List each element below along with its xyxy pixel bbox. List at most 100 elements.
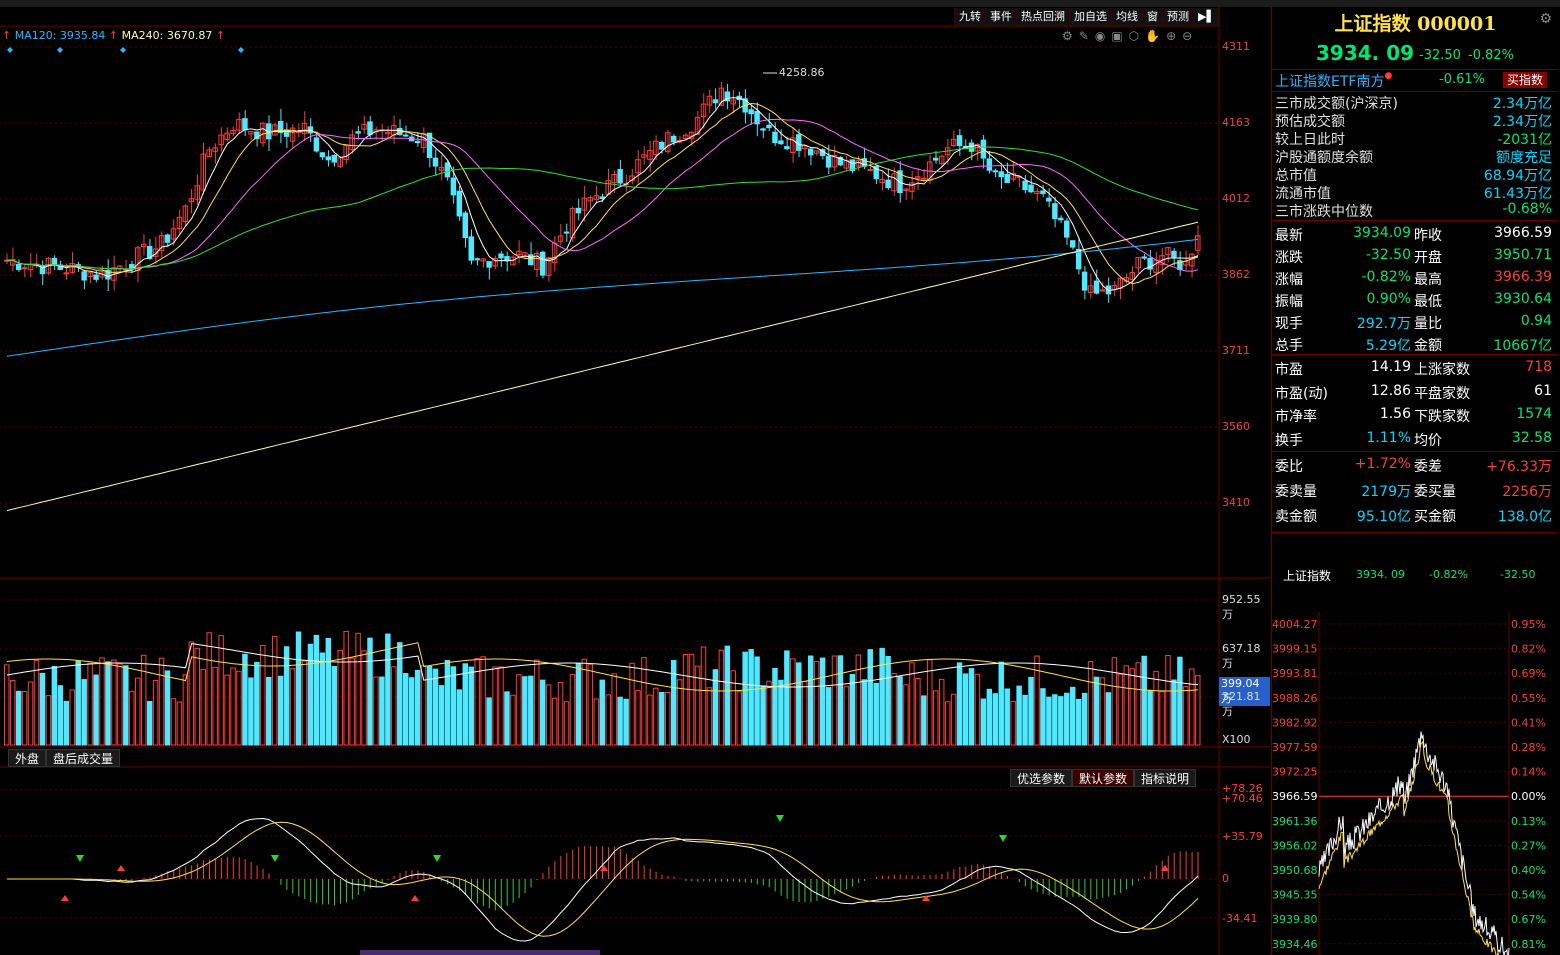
candle-body bbox=[1081, 271, 1088, 291]
volume-bar bbox=[1159, 691, 1165, 746]
volume-bar bbox=[355, 632, 361, 746]
volume-bar bbox=[855, 654, 862, 746]
volume-bar bbox=[998, 661, 1004, 746]
etf-link[interactable]: 上证指数ETF南方● bbox=[1275, 71, 1392, 91]
intraday-pct-label: 0.41% bbox=[1511, 716, 1546, 729]
etf-name[interactable]: 上证指数ETF南方 bbox=[1275, 74, 1384, 90]
market-row: 流通市值 61.43万亿 bbox=[1271, 183, 1558, 202]
volume-bar bbox=[361, 650, 367, 746]
volume-bar bbox=[1165, 654, 1171, 746]
volume-bar bbox=[539, 679, 546, 746]
main-chart-area[interactable]: 九转 事件 热点回溯 加自选 均线 窗 预测 ▶▌ ⚙ ✎ ◉ ▣ ⬡ ✋ ⊕ … bbox=[0, 7, 1270, 955]
intraday-price-label: 3977.59 bbox=[1272, 741, 1318, 754]
volume-bar bbox=[760, 685, 766, 746]
candle-body bbox=[1046, 197, 1052, 202]
quote-value: 14.19 bbox=[1370, 359, 1411, 375]
volume-bar bbox=[206, 632, 212, 746]
settings-icon[interactable]: ⚙ bbox=[1539, 11, 1552, 27]
candle-body bbox=[599, 196, 605, 199]
volume-bar bbox=[1081, 692, 1088, 746]
quote-key: 平盘家数 bbox=[1414, 385, 1470, 402]
intraday-chart[interactable]: 4004.27 0.95% 3999.15 0.82% 3993.81 0.69% 3988… bbox=[1271, 612, 1560, 955]
ma240-line bbox=[6, 221, 1199, 512]
volume-bar bbox=[1075, 698, 1082, 746]
quote-key: 委卖量 bbox=[1275, 484, 1317, 500]
event-marker-icon bbox=[120, 47, 126, 53]
volume-bar bbox=[986, 688, 993, 746]
volume-bar bbox=[135, 677, 141, 746]
price-axis-label: 4012 bbox=[1222, 192, 1250, 205]
quote-key: 金额 bbox=[1414, 338, 1442, 354]
candle-body bbox=[462, 212, 469, 239]
volume-bar bbox=[1087, 661, 1094, 746]
intraday-price-line bbox=[1318, 731, 1510, 955]
volume-bar bbox=[391, 666, 397, 746]
volume-bar bbox=[980, 698, 987, 746]
volume-bar bbox=[301, 660, 308, 746]
stat-key: 预估成交额 bbox=[1275, 114, 1345, 130]
volume-bar bbox=[700, 646, 707, 746]
indicator-help-button[interactable]: 指标说明 bbox=[1134, 769, 1197, 787]
volume-bar bbox=[51, 666, 58, 746]
default-params-button[interactable]: 默认参数 bbox=[1072, 769, 1135, 787]
volume-bar bbox=[1177, 656, 1183, 746]
tab-after-hours-volume[interactable]: 盘后成交量 bbox=[46, 749, 121, 767]
intraday-price-label: 3972.25 bbox=[1272, 766, 1318, 779]
volume-bar bbox=[766, 680, 772, 746]
volume-bar bbox=[843, 685, 850, 746]
sell-signal-icon bbox=[76, 855, 84, 862]
candle-body bbox=[933, 157, 939, 161]
intraday-pct-label: 0.54% bbox=[1511, 889, 1546, 902]
quote-row: 卖金额 95.10亿 买金额 138.0亿 bbox=[1271, 506, 1558, 531]
quote-value: 61 bbox=[1534, 382, 1552, 399]
candle-body bbox=[403, 134, 409, 137]
market-row: 沪股通额度余额 额度充足 bbox=[1271, 147, 1558, 166]
volume-bar bbox=[819, 657, 826, 746]
quote-value: 2256万 bbox=[1502, 484, 1552, 500]
quote-value: -32.50 bbox=[1365, 247, 1411, 263]
kline-chart[interactable] bbox=[0, 7, 1270, 955]
volume-bar bbox=[1064, 692, 1070, 746]
intraday-price-label: 3950.68 bbox=[1272, 864, 1318, 877]
volume-bar bbox=[879, 647, 885, 746]
indicator-buttons: 优选参数 默认参数 指标说明 bbox=[1010, 769, 1197, 787]
event-marker-icon bbox=[238, 47, 244, 53]
candle-body bbox=[414, 140, 421, 144]
volume-bar bbox=[1010, 700, 1016, 746]
tab-outer-disk[interactable]: 外盘 bbox=[8, 749, 47, 767]
volume-bar bbox=[4, 664, 10, 746]
event-marker-icon bbox=[7, 47, 13, 53]
volume-bar bbox=[21, 691, 28, 746]
volume-bar bbox=[266, 676, 272, 746]
candle-body bbox=[325, 156, 332, 161]
volume-bar bbox=[307, 643, 314, 746]
volume-bar bbox=[1117, 673, 1124, 746]
volume-bar bbox=[968, 668, 975, 746]
intraday-pct-label: 0.40% bbox=[1511, 864, 1546, 877]
stat-key: 总市值 bbox=[1275, 168, 1317, 184]
volume-bar bbox=[1099, 677, 1106, 746]
volume-bar bbox=[563, 701, 570, 746]
volume-bar bbox=[933, 690, 939, 746]
quote-value: 12.86 bbox=[1370, 382, 1411, 399]
mini-change: -32.50 bbox=[1500, 568, 1536, 581]
volume-bar bbox=[152, 679, 159, 746]
volume-bar bbox=[825, 687, 832, 746]
quote-value: +76.33万 bbox=[1486, 459, 1552, 475]
quote-value: 0.94 bbox=[1520, 313, 1552, 329]
stat-value: 2.34万亿 bbox=[1492, 114, 1552, 130]
candle-body bbox=[1040, 190, 1046, 195]
quote-panel: 上证指数 000001 ⚙ 3934. 09 -32.50 -0.82% 上证指… bbox=[1271, 7, 1560, 955]
volume-bar bbox=[87, 662, 93, 746]
volume-bar bbox=[1058, 696, 1064, 746]
quote-key: 昨收 bbox=[1414, 228, 1442, 244]
buy-index-button[interactable]: 买指数 bbox=[1503, 72, 1548, 88]
volume-bar bbox=[974, 673, 981, 746]
quote-value: 292.7万 bbox=[1356, 316, 1411, 332]
volume-bar bbox=[641, 657, 647, 746]
optimal-params-button[interactable]: 优选参数 bbox=[1010, 769, 1073, 787]
quote-key: 下跌家数 bbox=[1414, 409, 1470, 425]
volume-bar bbox=[1034, 655, 1040, 746]
volume-bar bbox=[1069, 686, 1076, 746]
quote-value: 3950.71 bbox=[1494, 247, 1552, 263]
